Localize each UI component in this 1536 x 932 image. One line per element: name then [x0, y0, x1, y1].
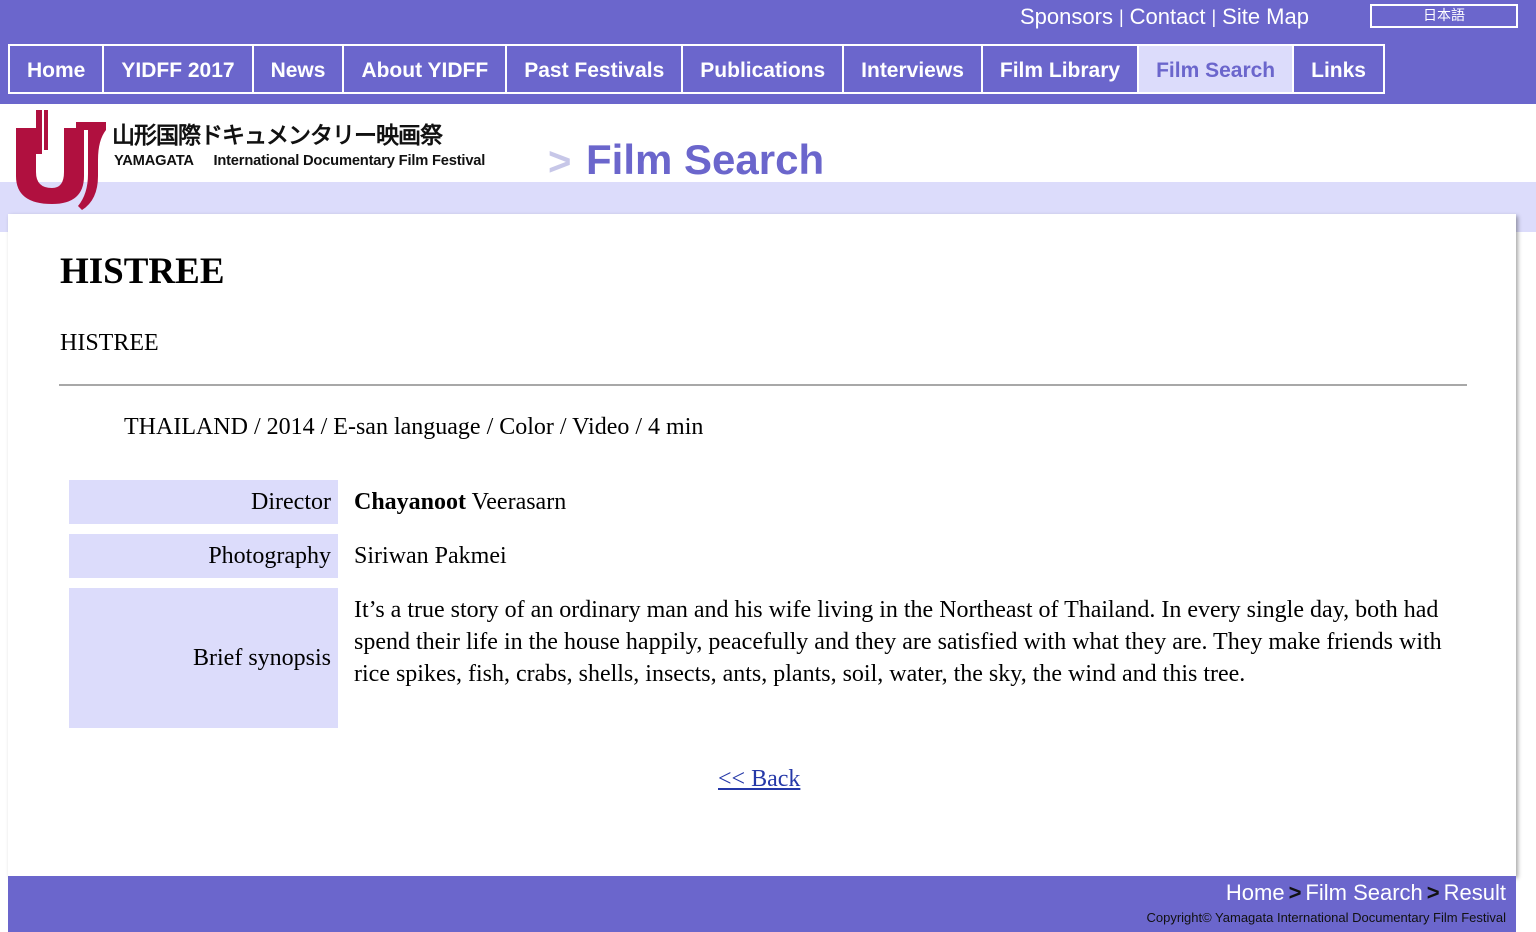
utility-separator: | — [1211, 6, 1217, 27]
nav-item-film-search[interactable]: Film Search — [1139, 46, 1295, 92]
nav-item-about-yidff[interactable]: About YIDFF — [344, 46, 508, 92]
nav-item-home[interactable]: Home — [10, 46, 105, 92]
nav-item-film-library[interactable]: Film Library — [983, 46, 1140, 92]
film-original-title: HISTREE — [60, 330, 159, 356]
footer-crumb-result: Result — [1443, 880, 1506, 905]
credit-value: Chayanoot Veerasarn — [338, 480, 566, 524]
nav-item-yidff-2017[interactable]: YIDFF 2017 — [104, 46, 254, 92]
sponsors-link[interactable]: Sponsors — [1020, 4, 1113, 30]
director-given-name: Veerasarn — [466, 489, 567, 515]
nav-item-news[interactable]: News — [254, 46, 345, 92]
nav-item-links[interactable]: Links — [1294, 46, 1385, 92]
credit-label: Photography — [69, 534, 338, 578]
yidff-logo-icon[interactable] — [12, 110, 108, 210]
synopsis-text: It’s a true story of an ordinary man and… — [354, 597, 1442, 687]
logo-japanese-text: 山形国際ドキュメンタリー映画祭 — [112, 123, 443, 149]
credit-row-synopsis: Brief synopsis It’s a true story of an o… — [69, 588, 1469, 728]
crumb-separator: > — [1426, 880, 1440, 905]
crumb-separator: > — [1288, 880, 1302, 905]
credit-label: Brief synopsis — [69, 588, 338, 728]
film-detail-card: HISTREE HISTREE THAILAND / 2014 / E-san … — [8, 214, 1516, 876]
nav-item-publications[interactable]: Publications — [683, 46, 845, 92]
divider — [59, 384, 1467, 386]
logo-english-text: YAMAGATA International Documentary Film F… — [114, 152, 485, 169]
credits-table: Director Chayanoot Veerasarn Photography… — [69, 480, 1469, 738]
credit-label: Director — [69, 480, 338, 524]
credit-value: Siriwan Pakmei — [354, 543, 507, 569]
footer-crumb-home[interactable]: Home — [1226, 880, 1285, 905]
top-bar: Sponsors | Contact | Site Map 日本語 Home Y… — [0, 0, 1536, 104]
main-nav: Home YIDFF 2017 News About YIDFF Past Fe… — [8, 44, 1385, 94]
film-title: HISTREE — [60, 251, 225, 292]
credit-row-director: Director Chayanoot Veerasarn — [69, 480, 1469, 524]
nav-item-past-festivals[interactable]: Past Festivals — [507, 46, 684, 92]
japanese-language-button[interactable]: 日本語 — [1370, 4, 1518, 28]
footer-crumb-film-search[interactable]: Film Search — [1305, 880, 1422, 905]
page-title: Film Search — [586, 136, 825, 183]
credit-row-photography: Photography Siriwan Pakmei — [69, 534, 1469, 578]
contact-link[interactable]: Contact — [1130, 4, 1206, 30]
logo-en-festival: International Documentary Film Festival — [213, 152, 486, 169]
footer-breadcrumb: Home > Film Search > Result — [1226, 880, 1506, 906]
copyright: Copyright© Yamagata International Docume… — [1146, 910, 1506, 925]
back-link[interactable]: << Back — [718, 766, 800, 793]
utility-links: Sponsors | Contact | Site Map — [1020, 4, 1309, 30]
breadcrumb-arrow: > — [548, 140, 572, 184]
nav-item-interviews[interactable]: Interviews — [844, 46, 983, 92]
logo-en-yamagata: YAMAGATA — [114, 152, 194, 169]
film-meta: THAILAND / 2014 / E-san language / Color… — [124, 414, 704, 440]
footer: Home > Film Search > Result Copyright© Yamag… — [8, 876, 1516, 932]
utility-separator: | — [1118, 6, 1124, 27]
director-surname: Chayanoot — [354, 489, 467, 515]
site-map-link[interactable]: Site Map — [1222, 4, 1309, 30]
